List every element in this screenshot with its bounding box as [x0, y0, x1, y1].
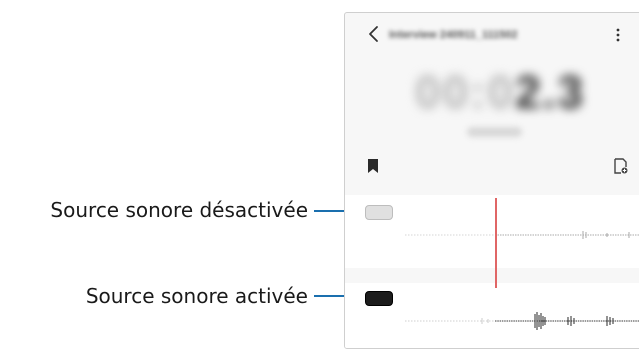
back-icon[interactable]	[365, 25, 383, 43]
sound-source-track-inactive	[345, 195, 639, 268]
playback-position-line[interactable]	[495, 198, 497, 288]
add-tag-icon[interactable]	[613, 158, 629, 174]
callout-label-inactive: Source sonore désactivée	[50, 198, 308, 222]
recording-timer: 00:02.3	[415, 65, 586, 118]
phone-screen: Interview 240911_111502 00:02.3	[344, 12, 639, 349]
sound-source-track-active	[345, 283, 639, 348]
timer-dim-digits: 00:0	[415, 66, 516, 118]
timer-subtext	[467, 127, 522, 137]
top-bar: Interview 240911_111502	[345, 13, 639, 57]
waveform-inactive	[405, 231, 639, 239]
recording-title: Interview 240911_111502	[389, 29, 518, 41]
timer-main-digits: 2.3	[515, 66, 586, 118]
waveform-active	[405, 312, 639, 330]
more-options-icon[interactable]	[613, 27, 623, 43]
bookmark-icon[interactable]	[367, 159, 379, 173]
callout-label-active: Source sonore activée	[85, 284, 308, 308]
